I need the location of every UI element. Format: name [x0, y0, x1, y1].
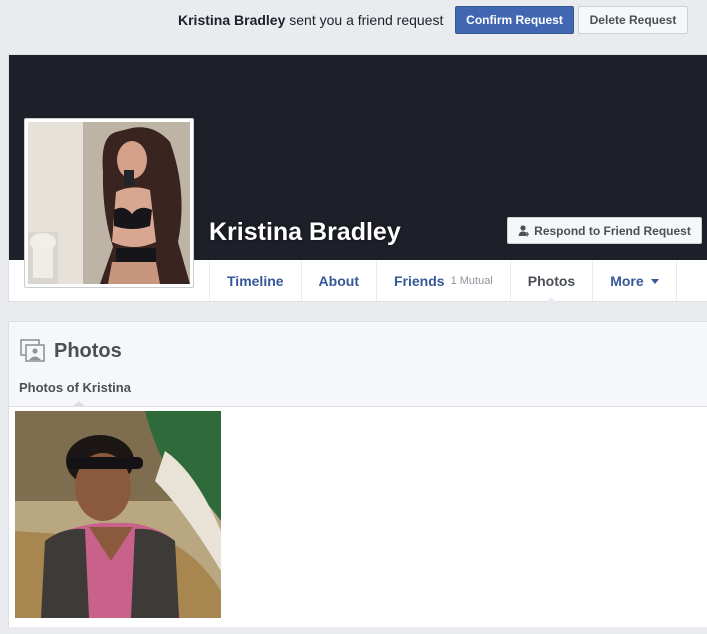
profile-nav: Timeline About Friends 1 Mutual Photos Mo… [209, 260, 677, 303]
respond-label: Respond to Friend Request [534, 223, 691, 238]
add-friend-icon [518, 224, 530, 236]
respond-to-friend-request-button[interactable]: Respond to Friend Request [507, 217, 702, 244]
request-sender-name[interactable]: Kristina Bradley [178, 12, 285, 28]
mutual-friends-count: 1 Mutual [450, 275, 493, 287]
photo-thumbnail[interactable] [15, 411, 221, 618]
photos-grid [9, 406, 707, 627]
tab-more[interactable]: More [593, 260, 677, 302]
photos-icon [20, 339, 45, 362]
tab-about-label: About [318, 273, 359, 289]
request-message: sent you a friend request [285, 12, 444, 28]
friend-request-bar: Kristina Bradley sent you a friend reque… [0, 0, 707, 46]
tab-about[interactable]: About [302, 260, 377, 302]
tab-friends[interactable]: Friends 1 Mutual [377, 260, 511, 302]
profile-picture[interactable] [24, 118, 194, 288]
tab-friends-label: Friends [393, 273, 445, 289]
photos-header: Photos [20, 339, 122, 363]
chevron-down-icon [650, 278, 659, 284]
photos-section: Photos Photos of Kristina [8, 321, 707, 627]
confirm-request-button[interactable]: Confirm Request [455, 6, 574, 34]
profile-name[interactable]: Kristina Bradley [209, 218, 401, 247]
tab-timeline-label: Timeline [227, 273, 284, 289]
delete-request-button[interactable]: Delete Request [578, 6, 688, 34]
profile-header: Kristina Bradley Respond to Friend Reque… [8, 54, 707, 303]
photos-of-tab[interactable]: Photos of Kristina [19, 380, 131, 395]
photos-title[interactable]: Photos [54, 340, 122, 363]
tab-photos[interactable]: Photos [511, 260, 594, 303]
tab-more-label: More [610, 273, 644, 289]
tab-photos-label: Photos [527, 273, 576, 289]
friend-request-text: Kristina Bradley sent you a friend reque… [178, 12, 443, 28]
tab-timeline[interactable]: Timeline [210, 260, 302, 302]
profile-picture-image [28, 122, 190, 284]
